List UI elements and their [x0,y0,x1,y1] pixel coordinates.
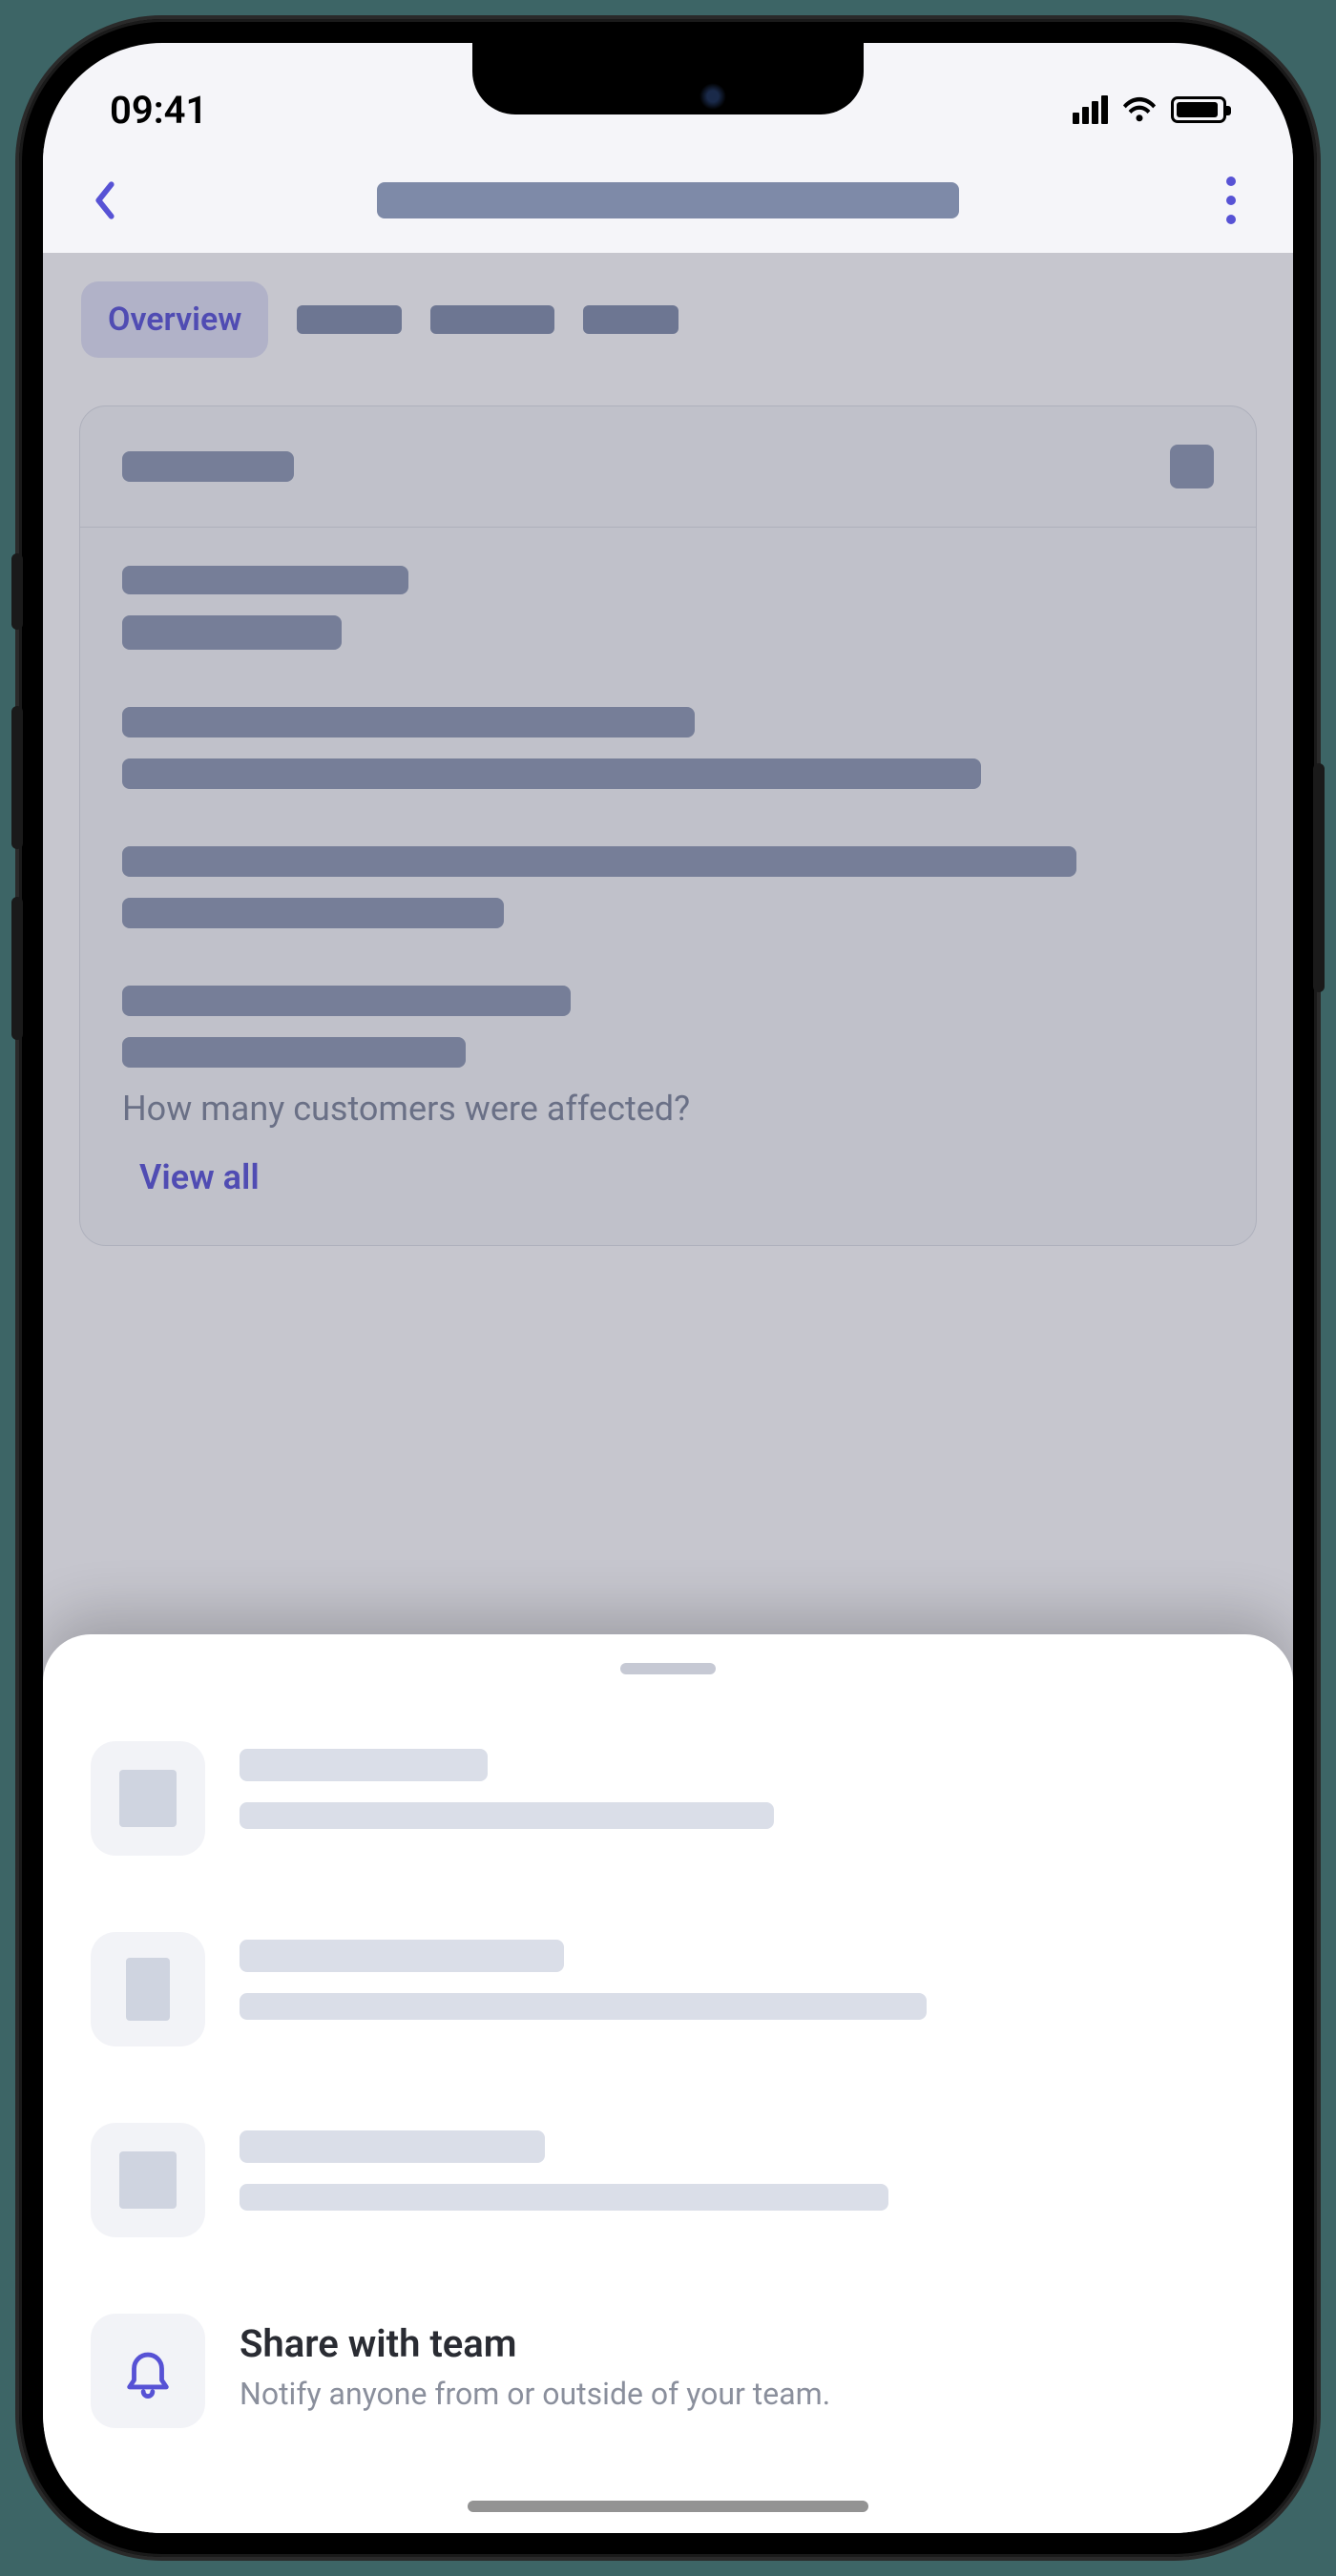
text-placeholder [122,898,504,928]
sheet-item[interactable] [91,2094,1245,2285]
side-button-vol-down [11,897,23,1040]
side-button-vol-up [11,706,23,849]
item-icon-placeholder [91,1741,205,1856]
tab-placeholder[interactable] [430,305,554,334]
tab-bar: Overview [43,253,1293,386]
cellular-signal-icon [1073,95,1108,124]
view-all-link[interactable]: View all [139,1157,1214,1197]
card-header [80,406,1256,528]
text-placeholder [122,986,571,1016]
home-indicator[interactable] [468,2501,868,2512]
bottom-sheet: Share with team Notify anyone from or ou… [43,1634,1293,2533]
device-frame: 09:41 Overview [19,19,1317,2557]
item-icon-placeholder [91,2123,205,2237]
item-title-placeholder [240,2130,545,2163]
tab-placeholder[interactable] [583,305,678,334]
sheet-item-share[interactable]: Share with team Notify anyone from or ou… [91,2285,1245,2476]
item-title-placeholder [240,1940,564,1972]
share-subtitle: Notify anyone from or outside of your te… [240,2376,1245,2412]
text-placeholder [122,707,695,737]
tab-placeholder[interactable] [297,305,402,334]
text-placeholder [122,615,342,650]
share-title: Share with team [240,2321,1245,2366]
side-button-power [1313,763,1325,992]
tab-overview[interactable]: Overview [81,281,268,358]
content-card: How many customers were affected? View a… [79,405,1257,1246]
card-question: How many customers were affected? [122,1089,1214,1129]
more-menu-button[interactable] [1207,172,1255,229]
status-time: 09:41 [110,88,207,133]
notch [472,43,864,114]
card-action-placeholder[interactable] [1170,445,1214,488]
screen: 09:41 Overview [43,43,1293,2533]
item-title-placeholder [240,1749,488,1781]
item-subtitle-placeholder [240,2184,888,2211]
card-body: How many customers were affected? View a… [80,528,1256,1245]
status-icons [1073,93,1226,126]
back-button[interactable] [81,177,129,224]
text-placeholder [122,566,408,594]
wifi-icon [1121,93,1158,126]
text-placeholder [122,1037,466,1068]
item-subtitle-placeholder [240,1993,927,2020]
text-placeholder [122,758,981,789]
side-button-mute [11,553,23,630]
sheet-item[interactable] [91,1903,1245,2094]
nav-header [43,148,1293,253]
card-title-placeholder [122,451,294,482]
chevron-left-icon [92,181,118,219]
sheet-drag-handle[interactable] [620,1663,716,1674]
item-icon-placeholder [91,1932,205,2046]
sheet-item[interactable] [91,1713,1245,1903]
bell-icon [91,2314,205,2428]
battery-icon [1171,96,1226,123]
page-title-placeholder [377,182,959,218]
item-subtitle-placeholder [240,1802,774,1829]
text-placeholder [122,846,1076,877]
